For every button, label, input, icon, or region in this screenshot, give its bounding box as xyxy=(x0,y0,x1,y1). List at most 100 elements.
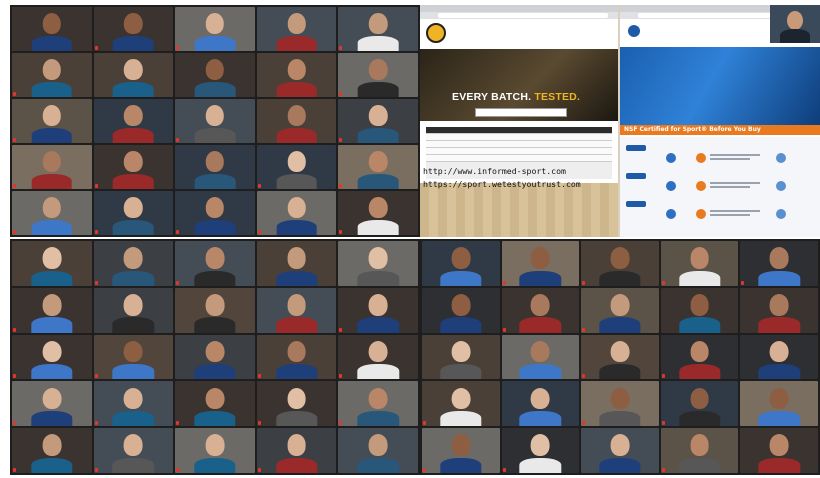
participant-body xyxy=(678,457,721,473)
muted-mic-icon xyxy=(176,138,180,142)
batch-search-input[interactable] xyxy=(475,108,567,117)
participant-tile[interactable] xyxy=(93,7,174,51)
participant-body xyxy=(194,410,236,427)
participant-face xyxy=(368,105,388,127)
participant-tile[interactable] xyxy=(422,428,500,473)
participant-tile[interactable] xyxy=(12,381,92,427)
participant-tile[interactable] xyxy=(338,53,418,97)
participant-face xyxy=(205,151,225,173)
participant-tile[interactable] xyxy=(12,99,92,143)
participant-tile[interactable] xyxy=(175,381,255,427)
participant-tile[interactable] xyxy=(740,428,818,473)
participant-tile[interactable] xyxy=(256,7,337,51)
participant-tile[interactable] xyxy=(338,145,418,189)
participant-tile[interactable] xyxy=(175,7,255,51)
participant-tile[interactable] xyxy=(256,287,337,333)
participant-tile[interactable] xyxy=(93,53,174,97)
participant-tile[interactable] xyxy=(338,99,418,143)
participant-tile[interactable] xyxy=(12,241,92,286)
participant-tile[interactable] xyxy=(93,334,174,380)
participant-tile[interactable] xyxy=(175,191,255,235)
participant-tile[interactable] xyxy=(12,334,92,380)
participant-tile[interactable] xyxy=(338,191,418,235)
participant-tile[interactable] xyxy=(338,428,418,473)
participant-tile[interactable] xyxy=(175,428,255,473)
muted-mic-icon xyxy=(94,230,98,234)
participant-tile[interactable] xyxy=(581,428,659,473)
participant-tile[interactable] xyxy=(93,428,174,473)
participant-tile[interactable] xyxy=(501,334,580,380)
muted-mic-icon xyxy=(661,280,665,285)
participant-tile[interactable] xyxy=(12,428,92,473)
participant-tile[interactable] xyxy=(660,241,739,286)
participant-tile[interactable] xyxy=(581,287,659,333)
muted-mic-icon xyxy=(257,421,261,426)
participant-tile[interactable] xyxy=(12,287,92,333)
participant-tile[interactable] xyxy=(175,334,255,380)
participant-face xyxy=(769,340,789,363)
participant-tile[interactable] xyxy=(581,334,659,380)
participant-tile[interactable] xyxy=(740,241,818,286)
participant-tile[interactable] xyxy=(501,428,580,473)
active-speaker-tile[interactable] xyxy=(12,7,92,51)
participant-tile[interactable] xyxy=(12,191,92,235)
participant-tile[interactable] xyxy=(581,241,659,286)
participant-body xyxy=(31,270,73,286)
participant-tile[interactable] xyxy=(501,287,580,333)
participant-tile[interactable] xyxy=(93,191,174,235)
participant-face xyxy=(205,340,225,363)
participant-tile[interactable] xyxy=(175,287,255,333)
participant-tile[interactable] xyxy=(256,99,337,143)
participant-face xyxy=(287,105,306,127)
participant-tile[interactable] xyxy=(660,334,739,380)
participant-tile[interactable] xyxy=(256,53,337,97)
participant-tile[interactable] xyxy=(338,334,418,380)
participant-tile[interactable] xyxy=(338,287,418,333)
participant-tile[interactable] xyxy=(501,241,580,286)
participant-body xyxy=(357,270,399,286)
participant-tile[interactable] xyxy=(422,334,500,380)
gallery-top-left xyxy=(10,5,420,237)
participant-tile[interactable] xyxy=(422,381,500,427)
participant-tile[interactable] xyxy=(740,381,818,427)
participant-face xyxy=(123,387,143,410)
participant-tile[interactable] xyxy=(256,381,337,427)
participant-tile[interactable] xyxy=(256,191,337,235)
participant-tile[interactable] xyxy=(338,381,418,427)
address-bar[interactable] xyxy=(438,13,608,18)
participant-tile[interactable] xyxy=(93,287,174,333)
participant-tile[interactable] xyxy=(93,241,174,286)
participant-tile[interactable] xyxy=(740,334,818,380)
participant-tile[interactable] xyxy=(93,145,174,189)
participant-face xyxy=(368,197,388,219)
participant-tile[interactable] xyxy=(338,7,418,51)
participant-tile[interactable] xyxy=(256,241,337,286)
participant-body xyxy=(357,36,399,51)
participant-tile[interactable] xyxy=(501,381,580,427)
participant-tile[interactable] xyxy=(338,241,418,286)
participant-tile[interactable] xyxy=(12,53,92,97)
site-nav[interactable] xyxy=(460,39,613,54)
participant-tile[interactable] xyxy=(256,334,337,380)
participant-tile[interactable] xyxy=(422,241,500,286)
participant-face xyxy=(124,151,143,173)
participant-body xyxy=(678,364,721,380)
participant-tile[interactable] xyxy=(175,145,255,189)
participant-tile[interactable] xyxy=(12,145,92,189)
participant-tile[interactable] xyxy=(256,428,337,473)
tab-strip[interactable] xyxy=(420,5,618,12)
participant-tile[interactable] xyxy=(660,287,739,333)
participant-tile[interactable] xyxy=(93,381,174,427)
participant-tile[interactable] xyxy=(660,428,739,473)
participant-tile[interactable] xyxy=(660,381,739,427)
participant-body xyxy=(275,364,318,380)
muted-mic-icon xyxy=(423,467,426,472)
participant-tile[interactable] xyxy=(175,53,255,97)
participant-tile[interactable] xyxy=(422,287,500,333)
participant-tile[interactable] xyxy=(175,241,255,286)
participant-tile[interactable] xyxy=(740,287,818,333)
participant-tile[interactable] xyxy=(175,99,255,143)
participant-tile[interactable] xyxy=(581,381,659,427)
participant-tile[interactable] xyxy=(93,99,174,143)
participant-tile[interactable] xyxy=(256,145,337,189)
